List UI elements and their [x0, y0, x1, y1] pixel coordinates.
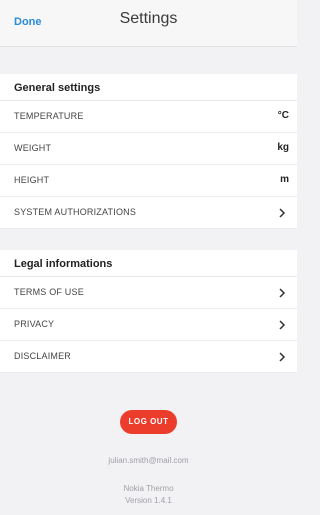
temperature-row[interactable]: TEMPERATURE °C [0, 101, 297, 133]
disclaimer-row[interactable]: DISCLAIMER [0, 341, 297, 373]
chevron-right-icon [279, 320, 286, 330]
general-settings-header: General settings [0, 74, 297, 101]
temperature-unit: °C [277, 110, 289, 121]
height-label: HEIGHT [14, 175, 50, 185]
weight-row[interactable]: WEIGHT kg [0, 133, 297, 165]
account-email: julian.smith@mail.com [108, 456, 189, 465]
log-out-button[interactable]: LOG OUT [120, 410, 177, 434]
page-title: Settings [119, 10, 178, 27]
navigation-bar: Done Settings [0, 0, 297, 47]
chevron-right-icon [279, 352, 286, 362]
height-unit: m [280, 174, 289, 185]
system-authorizations-label: SYSTEM AUTHORIZATIONS [14, 207, 137, 217]
app-version: Version 1.4.1 [125, 496, 172, 505]
general-settings-title: General settings [14, 82, 101, 94]
terms-of-use-label: TERMS OF USE [14, 287, 84, 297]
chevron-right-icon [279, 208, 286, 218]
weight-label: WEIGHT [14, 143, 52, 153]
privacy-label: PRIVACY [14, 319, 55, 329]
app-name: Nokia Thermo [123, 484, 174, 493]
weight-unit: kg [277, 142, 289, 153]
privacy-row[interactable]: PRIVACY [0, 309, 297, 341]
disclaimer-label: DISCLAIMER [14, 351, 72, 361]
temperature-label: TEMPERATURE [14, 111, 84, 121]
legal-informations-title: Legal informations [14, 258, 113, 270]
terms-of-use-row[interactable]: TERMS OF USE [0, 277, 297, 309]
system-authorizations-row[interactable]: SYSTEM AUTHORIZATIONS [0, 197, 297, 229]
legal-informations-header: Legal informations [0, 250, 297, 277]
chevron-right-icon [279, 288, 286, 298]
height-row[interactable]: HEIGHT m [0, 165, 297, 197]
